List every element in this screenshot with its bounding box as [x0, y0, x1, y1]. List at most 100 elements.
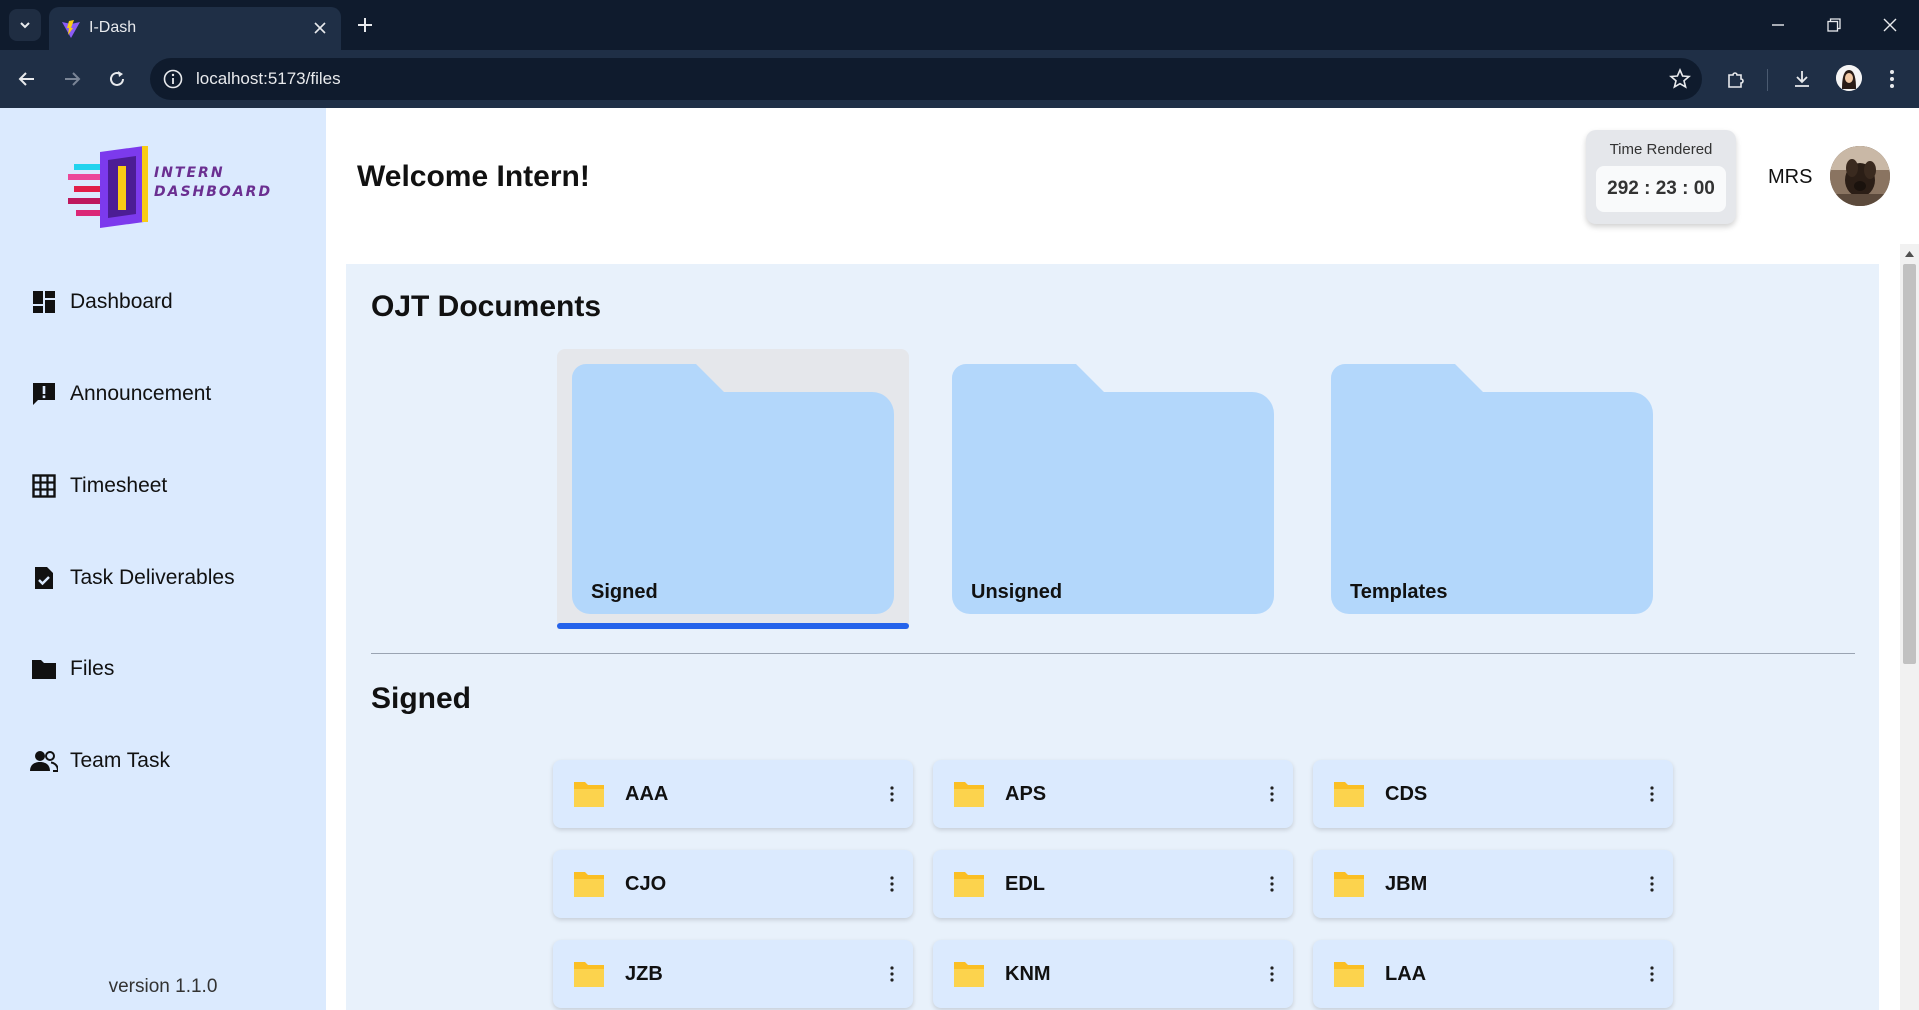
sidebar-item-team-task[interactable]: Team Task	[30, 741, 310, 781]
file-folder-label: CJO	[625, 873, 667, 895]
reload-button[interactable]	[103, 65, 131, 93]
yellow-folder-icon	[954, 782, 984, 807]
logo-line-2: DASHBOARD	[154, 184, 273, 200]
vite-favicon-icon	[62, 20, 80, 38]
file-folder-label: AAA	[625, 783, 669, 805]
back-button[interactable]	[13, 65, 41, 93]
more-options-button[interactable]	[883, 780, 901, 808]
more-vertical-icon	[890, 966, 894, 982]
time-rendered-label: Time Rendered	[1609, 141, 1713, 158]
section-divider	[371, 653, 1855, 654]
more-vertical-icon	[1890, 70, 1894, 88]
user-avatar-icon	[1830, 146, 1890, 206]
yellow-folder-icon	[574, 782, 604, 807]
minimize-button[interactable]	[1758, 9, 1798, 41]
profile-avatar-icon	[1836, 65, 1862, 91]
browser-toolbar: localhost:5173/files	[0, 50, 1919, 108]
app-logo[interactable]: INTERN DASHBOARD	[64, 142, 270, 232]
page-header: Welcome Intern! Time Rendered 292 : 23 :…	[326, 108, 1919, 244]
more-options-button[interactable]	[1263, 960, 1281, 988]
plus-icon	[358, 18, 372, 32]
bookmark-star-icon[interactable]	[1668, 67, 1692, 91]
yellow-folder-icon	[1334, 872, 1364, 897]
dashboard-icon	[30, 288, 58, 316]
folder-label: Templates	[1350, 581, 1448, 603]
folder-icon	[1331, 364, 1653, 614]
page-title: Welcome Intern!	[357, 160, 590, 193]
arrow-right-icon	[65, 72, 81, 86]
sidebar-item-label: Dashboard	[70, 290, 173, 313]
browser-menu-button[interactable]	[1878, 65, 1906, 93]
more-options-button[interactable]	[1643, 960, 1661, 988]
folder-label: Unsigned	[971, 581, 1063, 603]
logo-text: INTERN DASHBOARD	[154, 164, 272, 202]
more-options-button[interactable]	[1263, 780, 1281, 808]
avatar[interactable]	[1830, 146, 1890, 206]
folder-templates[interactable]: Templates	[1316, 349, 1668, 629]
tab-search-button[interactable]	[9, 9, 41, 41]
sidebar-item-announcement[interactable]: Announcement	[30, 374, 310, 414]
sidebar-item-files[interactable]: Files	[30, 649, 310, 689]
more-vertical-icon	[1650, 966, 1654, 982]
scroll-up-button[interactable]	[1903, 248, 1916, 260]
more-vertical-icon	[1650, 876, 1654, 892]
sidebar-item-label: Files	[70, 657, 115, 680]
more-options-button[interactable]	[883, 960, 901, 988]
close-icon	[1883, 18, 1897, 32]
tab-close-button[interactable]	[309, 17, 331, 39]
file-folder-card[interactable]: CDS	[1313, 760, 1673, 828]
new-tab-button[interactable]	[352, 12, 378, 38]
more-options-button[interactable]	[1263, 870, 1281, 898]
file-folder-card[interactable]: JBM	[1313, 850, 1673, 918]
more-options-button[interactable]	[1643, 870, 1661, 898]
more-vertical-icon	[1270, 786, 1274, 802]
restore-button[interactable]	[1814, 9, 1854, 41]
folder-label: Signed	[591, 581, 658, 603]
caret-up-icon	[1905, 251, 1914, 257]
file-folder-card[interactable]: LAA	[1313, 940, 1673, 1008]
sidebar: INTERN DASHBOARD Dashboard Announcement …	[0, 108, 326, 1010]
file-folder-card[interactable]: AAA	[553, 760, 913, 828]
browser-profile-avatar[interactable]	[1836, 65, 1862, 91]
restore-icon	[1827, 18, 1841, 32]
folder-icon	[572, 364, 894, 614]
more-options-button[interactable]	[883, 870, 901, 898]
sidebar-item-dashboard[interactable]: Dashboard	[30, 282, 310, 322]
file-folder-card[interactable]: CJO	[553, 850, 913, 918]
scrollbar-thumb[interactable]	[1903, 264, 1916, 664]
address-bar[interactable]: localhost:5173/files	[150, 58, 1702, 100]
yellow-folder-icon	[954, 962, 984, 987]
sidebar-item-label: Timesheet	[70, 474, 168, 497]
close-window-button[interactable]	[1870, 9, 1910, 41]
more-vertical-icon	[1270, 876, 1274, 892]
sidebar-item-timesheet[interactable]: Timesheet	[30, 466, 310, 506]
file-folder-card[interactable]: EDL	[933, 850, 1293, 918]
url-text[interactable]: localhost:5173/files	[196, 69, 341, 89]
downloads-button[interactable]	[1788, 65, 1816, 93]
file-folder-card[interactable]: APS	[933, 760, 1293, 828]
folder-unsigned[interactable]: Unsigned	[937, 349, 1289, 629]
file-folder-label: APS	[1005, 783, 1047, 805]
section-title: OJT Documents	[371, 290, 602, 323]
file-folder-card[interactable]: KNM	[933, 940, 1293, 1008]
sidebar-item-label: Team Task	[70, 749, 170, 772]
folder-icon	[952, 364, 1274, 614]
browser-tabbar: I-Dash	[0, 0, 1919, 50]
extensions-button[interactable]	[1722, 65, 1750, 93]
file-folder-card[interactable]: JZB	[553, 940, 913, 1008]
more-options-button[interactable]	[1643, 780, 1661, 808]
sidebar-item-task-deliverables[interactable]: Task Deliverables	[30, 558, 310, 598]
more-vertical-icon	[890, 876, 894, 892]
info-icon[interactable]	[162, 68, 184, 90]
more-vertical-icon	[890, 786, 894, 802]
subsection-title: Signed	[371, 682, 472, 715]
reload-icon	[110, 71, 124, 86]
user-initials[interactable]: MRS	[1768, 166, 1812, 189]
chevron-down-icon	[20, 22, 30, 29]
more-vertical-icon	[1650, 786, 1654, 802]
time-rendered-value: 292 : 23 : 00	[1596, 166, 1726, 212]
browser-tab[interactable]: I-Dash	[49, 7, 341, 50]
folder-signed[interactable]: Signed	[557, 349, 909, 629]
file-folder-label: LAA	[1385, 963, 1427, 985]
forward-button[interactable]	[58, 65, 86, 93]
